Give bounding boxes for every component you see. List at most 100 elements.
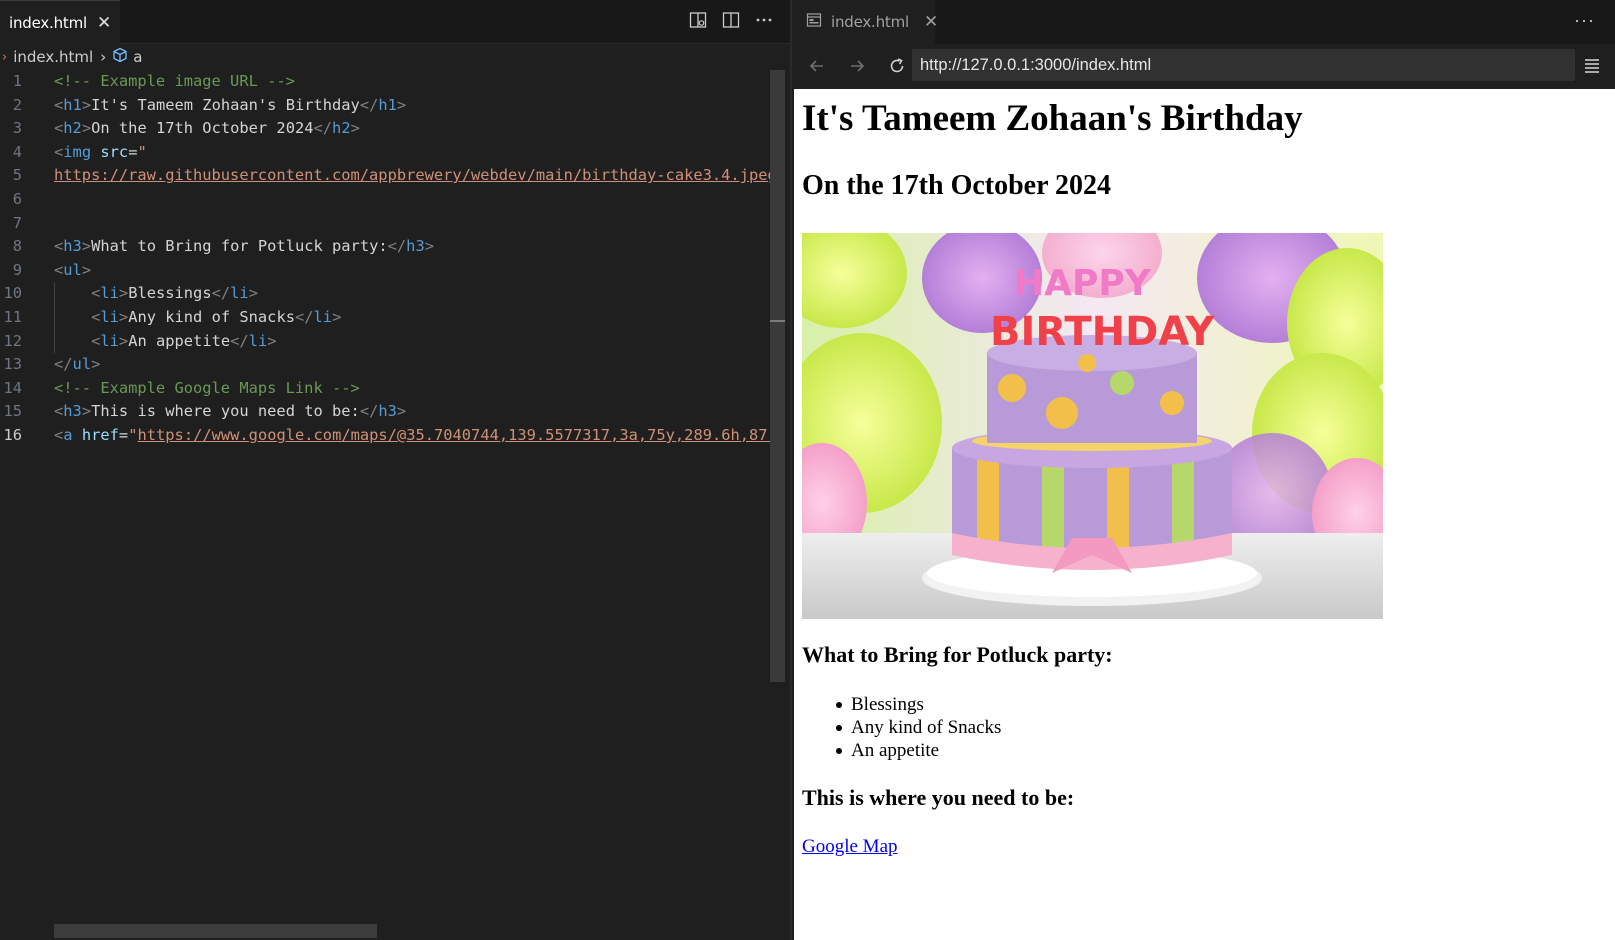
code-token: https://raw.githubusercontent.com/appbre… <box>54 166 777 185</box>
editor-vertical-scrollbar[interactable] <box>770 70 785 682</box>
code-token: </ <box>294 308 314 326</box>
code-token: li <box>248 331 268 350</box>
back-arrow-icon[interactable] <box>804 53 830 79</box>
breadcrumb: › index.html › a <box>0 44 792 70</box>
code-token: img <box>63 142 92 161</box>
line-number: 1 <box>12 72 22 90</box>
line-number: 15 <box>3 402 22 421</box>
code-token: h3 <box>406 237 425 256</box>
split-editor-icon[interactable] <box>721 10 741 30</box>
code-token: li <box>313 308 333 326</box>
code-token: </ <box>230 331 249 350</box>
scrollbar-cursor-marker <box>770 320 785 322</box>
url-input[interactable] <box>920 55 1560 75</box>
code-token: > <box>118 308 129 326</box>
code-token: </ <box>359 95 379 114</box>
code-token: https://www.google.com/maps/@35.7040744,… <box>137 426 777 444</box>
code-token: h3 <box>378 402 397 421</box>
code-token: li <box>100 331 119 350</box>
code-token: < <box>54 119 64 138</box>
cake-happy-candles: HAPPY <box>1014 263 1152 304</box>
code-editor-pane: index.html ✕ › index.html › a 1 <!-- Exam… <box>0 0 792 940</box>
google-map-link[interactable]: Google Map <box>802 835 898 858</box>
code-line[interactable]: 6 <box>0 188 777 212</box>
more-actions-icon[interactable] <box>754 10 774 30</box>
line-number: 13 <box>3 355 22 374</box>
code-token: An appetite <box>128 331 231 350</box>
code-line[interactable]: 2 <h1>It's Tameem Zohaan's Birthday</h1> <box>0 94 777 118</box>
code-area[interactable]: 1 <!-- Example image URL --> 2 <h1>It's Tam… <box>0 70 777 930</box>
code-token: </ <box>313 119 333 138</box>
code-token: li <box>100 308 119 326</box>
code-token: > <box>396 95 407 114</box>
code-token: h1 <box>378 95 397 114</box>
code-text: <img src=" <box>54 141 777 165</box>
browser-tab-label: index.html <box>831 13 909 31</box>
line-number: 16 <box>3 426 22 444</box>
page-subtitle: On the 17th October 2024 <box>802 170 1112 201</box>
potluck-list: Blessings Any kind of Snacks An appetite <box>802 693 1001 762</box>
close-icon[interactable]: ✕ <box>924 12 938 32</box>
line-number: 12 <box>3 331 22 350</box>
code-token: li <box>100 284 119 303</box>
reload-icon[interactable] <box>884 53 910 79</box>
open-preview-icon[interactable] <box>688 10 708 30</box>
code-token: h2 <box>332 119 351 138</box>
code-text: <li>An appetite</li> <box>54 330 777 354</box>
code-text: <!-- Example Google Maps Link --> <box>54 377 777 401</box>
code-token: < <box>54 237 64 256</box>
code-token: h3 <box>63 237 82 256</box>
code-token: </ <box>359 402 379 421</box>
code-token: ul <box>63 260 82 279</box>
editor-tab-index-html[interactable]: index.html ✕ <box>0 0 120 45</box>
list-item: An appetite <box>802 739 1001 762</box>
code-line[interactable]: 5 https://raw.githubusercontent.com/appbr… <box>0 164 777 188</box>
symbol-cube-icon <box>112 47 128 67</box>
code-line[interactable]: 14 <!-- Example Google Maps Link --> <box>0 377 777 401</box>
line-number: 4 <box>12 142 22 161</box>
code-token: < <box>54 95 64 114</box>
code-line[interactable]: 7 <box>0 212 777 236</box>
code-line[interactable]: 15 <h3>This is where you need to be:</h3> <box>0 400 777 424</box>
code-line[interactable]: 11 <li>Any kind of Snacks</li> <box>0 306 777 330</box>
birthday-cake-image: HAPPY BIRTHDAY <box>802 233 1383 619</box>
code-line[interactable]: 16 <a href="https://www.google.com/maps/@… <box>0 424 777 448</box>
code-line[interactable]: 3 <h2>On the 17th October 2024</h2> <box>0 117 777 141</box>
code-token: </ <box>211 284 231 303</box>
address-bar[interactable] <box>912 49 1575 81</box>
code-line[interactable]: 8 <h3>What to Bring for Potluck party:</h… <box>0 235 777 259</box>
code-text: <h2>On the 17th October 2024</h2> <box>54 117 777 141</box>
code-token: li <box>230 284 249 303</box>
chevron-right-icon: › <box>2 49 8 65</box>
browser-tab-index-html[interactable]: index.html ✕ <box>792 0 938 44</box>
code-line[interactable]: 1 <!-- Example image URL --> <box>0 70 777 94</box>
cake-birthday-candles: BIRTHDAY <box>990 309 1215 355</box>
code-token: <!-- Example Google Maps Link --> <box>54 378 360 397</box>
code-token: " <box>137 142 147 161</box>
line-number: 7 <box>12 213 22 232</box>
code-token: > <box>81 95 92 114</box>
list-item: Blessings <box>802 693 1001 716</box>
code-line[interactable]: 10 <li>Blessings</li> <box>0 282 777 306</box>
code-token: h3 <box>63 402 82 421</box>
code-line[interactable]: 12 <li>An appetite</li> <box>0 330 777 354</box>
breadcrumb-symbol[interactable]: a <box>133 48 142 66</box>
code-line[interactable]: 13 </ul> <box>0 353 777 377</box>
close-icon[interactable]: ✕ <box>97 13 111 33</box>
code-token: Any kind of Snacks <box>128 308 295 326</box>
code-token: > <box>424 237 434 256</box>
code-token: > <box>81 402 92 421</box>
hamburger-menu-icon[interactable] <box>1582 54 1604 78</box>
forward-arrow-icon[interactable] <box>844 53 870 79</box>
code-line[interactable]: 4 <img src=" <box>0 141 777 165</box>
breadcrumb-file[interactable]: index.html <box>13 48 93 66</box>
code-token: < <box>91 331 101 350</box>
code-text: <li>Blessings</li> <box>54 282 777 306</box>
code-line[interactable]: 9 <ul> <box>0 259 777 283</box>
more-actions-icon[interactable]: ··· <box>1574 10 1595 31</box>
browser-tab-bar: index.html ✕ ··· <box>792 0 1615 44</box>
editor-horizontal-scrollbar[interactable] <box>54 924 377 938</box>
